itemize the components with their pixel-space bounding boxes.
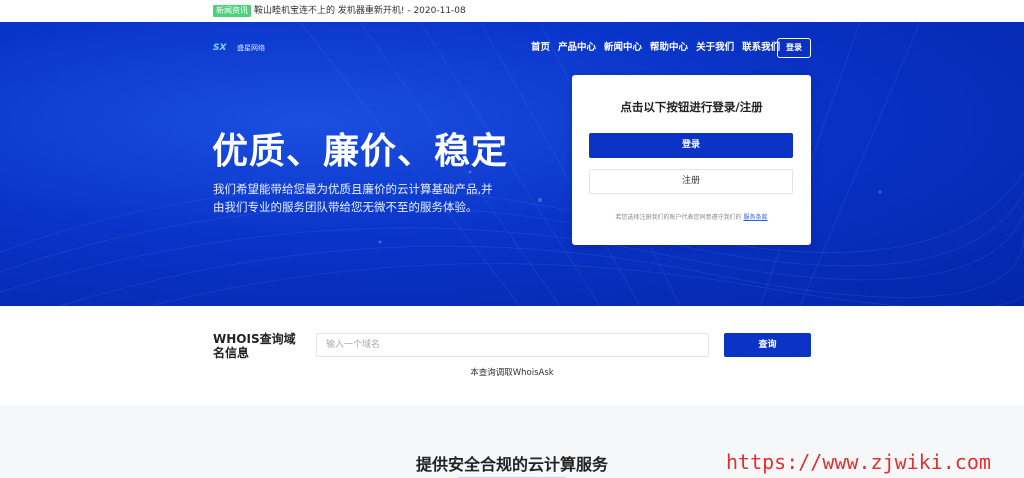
- terms-text: 若您选择注册我们的账户代表您同意遵守我们的: [615, 214, 742, 221]
- nav-item-products[interactable]: 产品中心: [558, 41, 596, 55]
- hero-title: 优质、廉价、稳定: [212, 131, 509, 172]
- nav-item-home[interactable]: 首页: [531, 41, 550, 55]
- header-login-button[interactable]: 登录: [777, 38, 811, 58]
- login-button[interactable]: 登录: [589, 133, 793, 158]
- login-card: 点击以下按钮进行登录/注册 登录 注册 若您选择注册我们的账户代表您同意遵守我们…: [572, 75, 811, 245]
- terms-notice: 若您选择注册我们的账户代表您同意遵守我们的 服务条款: [572, 212, 811, 221]
- notice-badge: 新闻资讯: [213, 5, 251, 17]
- login-card-title: 点击以下按钮进行登录/注册: [620, 100, 763, 114]
- nav-item-help[interactable]: 帮助中心: [650, 41, 688, 55]
- main-nav: 首页 产品中心 新闻中心 帮助中心 关于我们 联系我们: [531, 41, 788, 55]
- notice-link[interactable]: 鞍山睦机宝连不上的 发机器重新开机! - 2020-11-08: [254, 4, 466, 18]
- domain-search-input[interactable]: [316, 333, 709, 357]
- nav-item-news[interactable]: 新闻中心: [604, 41, 642, 55]
- register-button[interactable]: 注册: [589, 169, 793, 194]
- logo-text: 盛星网络: [237, 44, 265, 52]
- nav-item-contact[interactable]: 联系我们: [742, 41, 780, 55]
- hero-network-background: [0, 22, 1024, 306]
- whois-query-button[interactable]: 查询: [724, 333, 811, 357]
- terms-link[interactable]: 服务条款: [743, 214, 767, 221]
- notice-bar: 新闻资讯 鞍山睦机宝连不上的 发机器重新开机! - 2020-11-08: [0, 0, 1024, 22]
- hero-banner: SX 盛星网络 首页 产品中心 新闻中心 帮助中心 关于我们 联系我们 登录 优…: [0, 22, 1024, 306]
- hero-description: 我们希望能带给您最为优质且廉价的云计算基础产品,并由我们专业的服务团队带给您无微…: [213, 182, 493, 214]
- whois-source-note: 本查询调取WhoisAsk: [470, 368, 554, 378]
- whois-label: WHOIS查询域名信息: [213, 332, 296, 360]
- watermark-text: https://www.zjwiki.com: [726, 450, 991, 474]
- nav-item-about[interactable]: 关于我们: [696, 41, 734, 55]
- site-logo[interactable]: SX 盛星网络: [213, 41, 265, 55]
- logo-mark-icon: SX: [213, 43, 227, 53]
